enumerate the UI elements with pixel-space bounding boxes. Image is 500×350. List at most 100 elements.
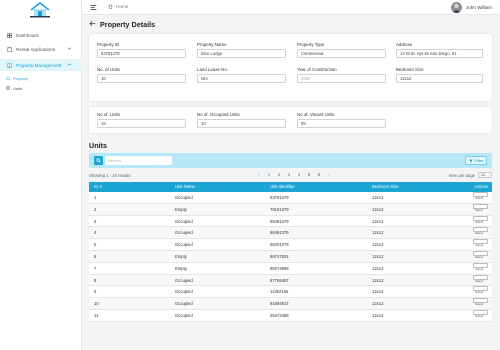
sr-number-cell: 2: [94, 206, 97, 212]
field-label: Bedroom Size: [396, 67, 424, 72]
table-row: 9 Occupied 11362165 12x12 Select: [89, 286, 492, 299]
sidebar-item-rental-applications[interactable]: Rental Applications: [0, 43, 82, 55]
prev-page-button[interactable]: ‹: [254, 172, 264, 177]
breadcrumb-home[interactable]: Home: [116, 4, 128, 9]
table-row: 8 Occupied 67765487 12x12 Select: [89, 274, 492, 287]
menu-toggle-icon[interactable]: [90, 4, 97, 11]
items-per-page-select[interactable]: 10: [478, 172, 492, 178]
sr-number-cell: 3: [94, 218, 97, 224]
sidebar-item-label: Property Management: [16, 62, 62, 68]
unit-name-cell: Occupied: [175, 230, 193, 236]
property-name-input[interactable]: Dice Lodge: [197, 49, 286, 58]
table-header: Sr # Unit Name Unit Identifier Bedroom S…: [89, 182, 492, 192]
user-menu[interactable]: John William: [450, 2, 492, 13]
table-row: 6 Empty 98747824 12x12 Select: [89, 250, 492, 263]
column-header[interactable]: Actions: [474, 182, 488, 192]
row-action-select[interactable]: Select: [473, 286, 488, 294]
row-action-select[interactable]: Select: [473, 192, 488, 200]
row-action-select[interactable]: Select: [473, 239, 488, 247]
search-button[interactable]: [94, 156, 103, 165]
page-number[interactable]: 1: [264, 172, 274, 177]
row-action-select[interactable]: Select: [473, 227, 488, 235]
unit-name-cell: Occupied: [175, 218, 193, 224]
unit-name-cell: Occupied: [175, 289, 193, 295]
units-table: Sr # Unit Name Unit Identifier Bedroom S…: [89, 182, 492, 322]
table-row: 4 Occupied 68491379 12x12 Select: [89, 227, 492, 240]
chevron-down-icon: [67, 46, 72, 51]
back-arrow-icon[interactable]: [89, 20, 96, 27]
row-action-select[interactable]: Select: [473, 203, 488, 212]
grid-icon: [6, 86, 10, 90]
results-count: Showing 1 - 15 results: [89, 173, 131, 178]
search-icon: [96, 158, 101, 163]
filter-icon: [468, 159, 473, 163]
bedroom-size-cell: 12x12: [372, 312, 384, 318]
vacant-units-input[interactable]: 05: [297, 119, 386, 128]
occupied-units-field: No of. Occupied Units 10: [197, 112, 286, 128]
pagination: ‹ 1 2 3 4 5 6 ›: [254, 172, 334, 177]
search-bar: Search Filter: [89, 153, 492, 168]
column-header[interactable]: Unit Identifier: [270, 182, 295, 192]
sidebar: Dashboard Rental Applications Property M…: [0, 0, 82, 350]
bedroom-size-cell: 12x12: [372, 218, 384, 224]
next-page-button[interactable]: ›: [324, 172, 334, 177]
home-icon: [6, 76, 10, 80]
field-label: Property Name: [197, 42, 227, 47]
property-details-card: Property ID 63791379 Property Name Dice …: [89, 34, 492, 101]
row-action-select[interactable]: Select: [473, 298, 488, 306]
total-units-field: No of. Units 15: [97, 112, 186, 128]
column-header[interactable]: Unit Name: [175, 182, 195, 192]
row-action-select[interactable]: Select: [473, 262, 488, 271]
land-lease-input[interactable]: NIA: [197, 74, 286, 83]
unit-name-cell: Occupied: [175, 301, 193, 307]
property-type-field: Property Type Commercial: [297, 42, 386, 58]
unit-counts-card: No of. Units 15 No of. Occupied Units 10…: [89, 107, 492, 133]
dashboard-icon: [7, 32, 12, 38]
column-header[interactable]: Sr #: [94, 182, 102, 192]
no-of-units-field: No. of Units 10: [97, 67, 186, 83]
occupied-units-input[interactable]: 10: [197, 119, 286, 128]
table-row: 10 Occupied 91894917 12x12 Select: [89, 298, 492, 310]
sidebar-item-label: Rental Applications: [16, 46, 56, 52]
property-name-field: Property Name Dice Lodge: [197, 42, 286, 58]
property-id-input[interactable]: 63791379: [97, 49, 186, 58]
row-action-select[interactable]: Select: [473, 274, 488, 283]
column-header[interactable]: Bedroom Size: [372, 182, 398, 192]
sidebar-subitem-label: Units: [13, 85, 23, 91]
sidebar-item-dashboard[interactable]: Dashboard: [0, 29, 82, 41]
page-number[interactable]: 5: [304, 172, 314, 177]
no-of-units-input[interactable]: 10: [97, 74, 186, 83]
field-label: Property ID: [97, 42, 120, 47]
logo: [28, 1, 52, 19]
sidebar-subitem-units[interactable]: Units: [6, 84, 22, 92]
page-number[interactable]: 3: [284, 172, 294, 177]
breadcrumb[interactable]: Home: [108, 4, 128, 9]
year-of-construction-input[interactable]: 2020: [297, 74, 386, 83]
search-input[interactable]: Search: [105, 156, 172, 165]
filter-button[interactable]: Filter: [465, 156, 487, 165]
page-number[interactable]: 4: [294, 172, 304, 177]
address-field: Address 13 W.St. Apt 48 San Diego, 91: [396, 42, 483, 58]
sidebar-subitem-property[interactable]: Property: [6, 74, 28, 82]
page-number[interactable]: 2: [274, 172, 284, 177]
vacant-units-field: No of. Vacant Units 05: [297, 112, 386, 128]
bedroom-size-cell: 12x12: [372, 277, 384, 283]
page-number[interactable]: 6: [314, 172, 324, 177]
bedroom-size-cell: 12x12: [372, 242, 384, 248]
table-row: 5 Occupied 66201379 12x12 Select: [89, 239, 492, 251]
bedroom-size-input[interactable]: 12x12: [396, 74, 483, 83]
row-action-select[interactable]: Select: [473, 215, 488, 224]
field-label: No of. Occupied Units: [197, 112, 240, 117]
sr-number-cell: 5: [94, 242, 97, 248]
row-action-select[interactable]: Select: [473, 250, 488, 259]
sidebar-item-property-management[interactable]: Property Management: [0, 59, 82, 71]
row-action-select[interactable]: Select: [473, 309, 488, 318]
clipboard-icon: [7, 46, 12, 52]
address-input[interactable]: 13 W.St. Apt 48 San Diego, 91: [396, 49, 483, 58]
sr-number-cell: 8: [94, 277, 97, 283]
filter-label: Filter: [474, 158, 484, 163]
unit-identifier-cell: 59491379: [270, 218, 289, 224]
field-label: No. of Units: [97, 67, 120, 72]
property-type-input[interactable]: Commercial: [297, 49, 386, 58]
total-units-input[interactable]: 15: [97, 119, 186, 128]
